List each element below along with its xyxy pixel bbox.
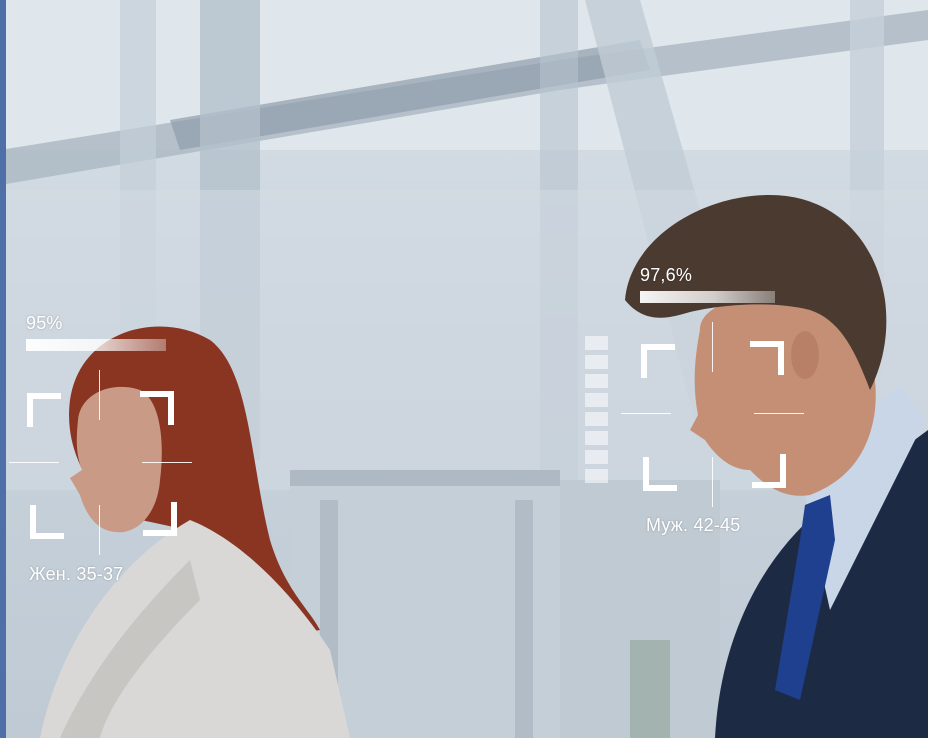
office-photo — [0, 0, 928, 738]
face-2-demographic-label: Муж. 42-45 — [646, 515, 741, 535]
face-2-confidence: 97,6% — [640, 265, 693, 285]
face-1-crosshair-top — [99, 370, 100, 420]
face-1-frame-corner-bottom-right — [143, 502, 177, 536]
face-2-crosshair-right — [754, 413, 804, 414]
left-edge-strip — [0, 0, 6, 738]
face-1-demographic-label: Жен. 35-37 — [29, 564, 124, 584]
signal-level-meter — [585, 336, 608, 488]
face-2-frame-corner-bottom-right — [752, 454, 786, 488]
face-2-confidence-bar — [640, 291, 775, 303]
face-1-confidence-bar — [26, 339, 166, 351]
face-1-frame-corner-bottom-left — [30, 505, 64, 539]
face-2-frame-corner-bottom-left — [643, 457, 677, 491]
face-1-crosshair-left — [9, 462, 59, 463]
camera-frame: 95% Жен. 35-37 97,6% Муж. 42-45 — [0, 0, 928, 738]
face-2-crosshair-top — [712, 322, 713, 372]
face-1-crosshair-right — [142, 462, 192, 463]
face-1-frame-corner-top-right — [140, 391, 174, 425]
face-1-crosshair-bottom — [99, 505, 100, 555]
face-2-frame-corner-top-left — [641, 344, 675, 378]
face-2-frame-corner-top-right — [750, 341, 784, 375]
face-2-crosshair-bottom — [712, 457, 713, 507]
face-1-confidence: 95% — [26, 313, 63, 333]
face-1-frame-corner-top-left — [27, 393, 61, 427]
face-2-crosshair-left — [621, 413, 671, 414]
